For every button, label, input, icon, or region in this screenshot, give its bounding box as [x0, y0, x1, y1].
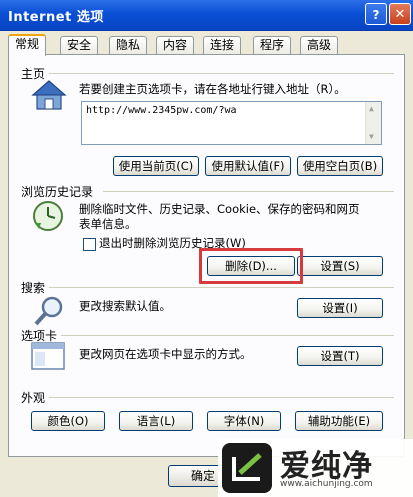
- history-section-title: 浏览历史记录: [21, 185, 94, 199]
- tabs-description: 更改网页在选项卡中显示的方式。: [79, 347, 252, 361]
- tab-privacy[interactable]: 隐私: [109, 36, 148, 54]
- history-settings-button[interactable]: 设置(S): [297, 256, 383, 276]
- home-url-value: http://www.2345pw.com/?wa: [86, 105, 237, 116]
- tab-connections[interactable]: 连接: [203, 36, 242, 54]
- home-icon: [31, 79, 67, 114]
- search-section-title: 搜索: [21, 281, 46, 295]
- divider: [61, 335, 394, 336]
- help-button[interactable]: ?: [365, 3, 387, 25]
- fonts-button[interactable]: 字体(N): [207, 411, 281, 431]
- search-description: 更改搜索默认值。: [79, 299, 171, 313]
- divider: [49, 287, 394, 288]
- watermark: 爱纯净 www.aichunjing.com: [218, 439, 413, 497]
- close-button[interactable]: ✕: [389, 3, 411, 25]
- languages-button[interactable]: 语言(L): [119, 411, 193, 431]
- use-current-button[interactable]: 使用当前页(C): [113, 156, 199, 176]
- window-title: Internet 选项: [8, 10, 104, 25]
- delete-on-exit-checkbox[interactable]: [83, 238, 96, 251]
- tab-security[interactable]: 安全: [60, 36, 99, 54]
- watermark-logo-icon: [222, 443, 272, 493]
- magnifier-icon: [33, 295, 65, 330]
- use-blank-button[interactable]: 使用空白页(B): [297, 156, 383, 176]
- home-description: 若要创建主页选项卡，请在各地址行键入地址（R）。: [79, 82, 346, 96]
- title-bar: Internet 选项 ? ✕: [0, 0, 413, 31]
- history-description-line2: 表单信息。: [79, 217, 137, 231]
- watermark-url: www.aichunjing.com: [280, 479, 373, 489]
- accessibility-button[interactable]: 辅助功能(E): [295, 411, 383, 431]
- tab-general[interactable]: 常规: [8, 34, 47, 56]
- colors-button[interactable]: 颜色(O): [31, 411, 105, 431]
- divider: [49, 73, 394, 74]
- appearance-section-title: 外观: [21, 391, 46, 405]
- history-description-line1: 删除临时文件、历史记录、Cookie、保存的密码和网页: [79, 202, 360, 216]
- tabs-settings-button[interactable]: 设置(T): [297, 346, 383, 366]
- scroll-down-icon[interactable]: ▼: [369, 132, 374, 141]
- scrollbar[interactable]: ▲ ▼: [365, 102, 381, 144]
- tab-programs[interactable]: 程序: [253, 36, 292, 54]
- divider: [49, 397, 394, 398]
- tab-strip: 常规 安全 隐私 内容 连接 程序 高级: [8, 34, 408, 56]
- search-settings-button[interactable]: 设置(I): [297, 298, 383, 318]
- history-clock-icon: [31, 199, 65, 236]
- tabs-window-icon: [31, 342, 65, 373]
- scroll-up-icon[interactable]: ▲: [369, 104, 374, 113]
- general-panel: 主页 若要创建主页选项卡，请在各地址行键入地址（R）。 http://www.2…: [8, 54, 405, 457]
- home-url-input[interactable]: http://www.2345pw.com/?wa ▲ ▼: [81, 101, 382, 145]
- divider: [103, 191, 394, 192]
- use-default-button[interactable]: 使用默认值(F): [205, 156, 291, 176]
- delete-highlight-box: [199, 248, 303, 284]
- tab-content[interactable]: 内容: [156, 36, 195, 54]
- tab-advanced[interactable]: 高级: [300, 36, 339, 54]
